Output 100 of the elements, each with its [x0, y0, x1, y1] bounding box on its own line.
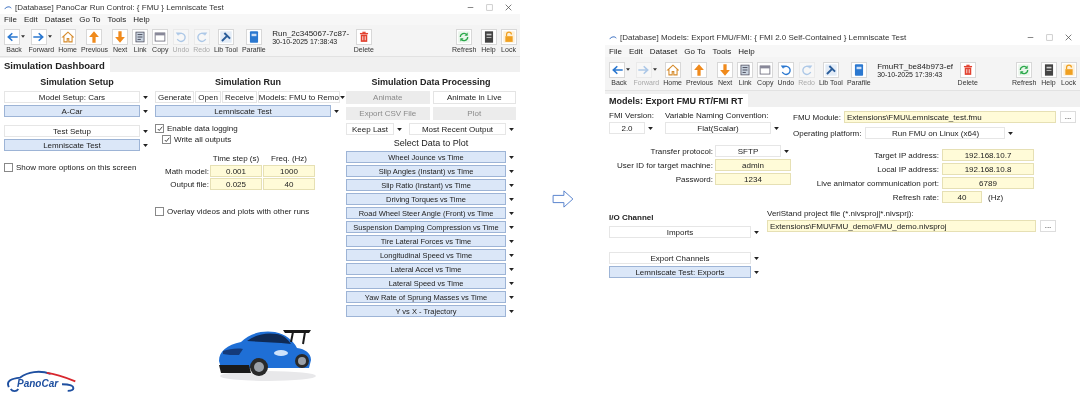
undo-icon — [777, 61, 794, 78]
caret-icon — [333, 109, 339, 113]
menu-item[interactable]: Tools — [712, 46, 732, 56]
caret-icon — [142, 109, 148, 113]
action-button[interactable]: Generate — [155, 91, 195, 103]
field-label: Output file: — [169, 179, 209, 189]
checkbox-label: Write all outputs — [174, 135, 232, 144]
tools-icon — [217, 28, 234, 45]
checkbox[interactable] — [155, 124, 164, 133]
up-arrow-icon — [86, 28, 103, 45]
section-title: Simulation Data Processing — [370, 76, 492, 89]
section-heading: Select Data to Plot — [392, 138, 470, 148]
input-field[interactable]: 0.001 — [210, 165, 262, 177]
menu-item[interactable]: Dataset — [44, 15, 73, 25]
caret-icon — [625, 68, 630, 71]
minimize-icon[interactable] — [1027, 34, 1034, 41]
input-field[interactable]: Extensions\FMU\FMU_demo\FMU_demo.nivsproj — [767, 220, 1036, 232]
trash-icon — [959, 61, 976, 78]
input-field[interactable]: 6789 — [942, 177, 1034, 189]
input-field[interactable]: 40 — [942, 191, 982, 203]
window-icon — [757, 61, 774, 78]
caret-icon — [753, 256, 759, 260]
document-icon — [737, 61, 754, 78]
input-field[interactable]: 0.025 — [210, 178, 262, 190]
checkbox-label: Show more options on this screen — [16, 163, 137, 172]
field-label: FMU Module: — [793, 112, 841, 122]
close-icon[interactable] — [1065, 34, 1072, 41]
caret-icon — [508, 281, 514, 285]
menu-item[interactable]: Go To — [79, 15, 101, 25]
action-button[interactable]: Receive — [221, 91, 257, 103]
caret-icon — [508, 197, 514, 201]
menu-item[interactable]: Tools — [107, 15, 127, 25]
field-label: VeriStand project file (*.nivsproj|*.nivsprj): — [767, 209, 915, 218]
menu-item[interactable]: Edit — [23, 15, 38, 25]
close-icon[interactable] — [505, 3, 512, 11]
menu-item[interactable]: Go To — [684, 46, 706, 56]
caret-icon — [652, 68, 657, 71]
caret-icon — [647, 126, 653, 130]
document-icon — [132, 28, 149, 45]
checkbox[interactable] — [4, 163, 13, 172]
menu-item[interactable]: Help — [738, 46, 755, 56]
caret-icon — [508, 309, 514, 313]
lock-icon — [1060, 61, 1077, 78]
caret-icon — [508, 127, 514, 131]
caret-icon — [20, 35, 25, 39]
action-button[interactable]: Animate in Live — [432, 91, 516, 104]
caret-icon — [753, 270, 759, 274]
field-label: User ID for target machine: — [615, 160, 713, 170]
lock-icon — [500, 28, 517, 45]
caret-icon — [508, 295, 514, 299]
input-field[interactable]: Extensions\FMU\Lemniscate_test.fmu — [844, 111, 1056, 123]
input-field[interactable]: admin — [715, 159, 791, 171]
field-label: Local IP address: — [876, 164, 939, 174]
browse-button[interactable]: ... — [1040, 220, 1056, 232]
menu-item[interactable]: Help — [133, 15, 150, 25]
menu-item[interactable]: File — [4, 15, 17, 25]
up-arrow-icon — [691, 61, 708, 78]
field-label: Refresh rate: — [891, 192, 939, 202]
file-icon — [245, 28, 262, 45]
tab[interactable]: Models: Export FMU RT/FMI RT — [605, 94, 748, 107]
checkbox-label: Enable data logging — [167, 124, 238, 133]
app-icon — [609, 35, 617, 40]
right-arrow-icon — [551, 189, 574, 208]
column-header: Freq. (Hz) — [270, 153, 308, 164]
file-icon — [850, 61, 867, 78]
house-icon — [59, 28, 76, 45]
caret-icon — [142, 143, 148, 147]
logo-text: PanoCar — [17, 378, 59, 389]
caret-icon — [508, 155, 514, 159]
refresh-icon — [456, 28, 473, 45]
menu-item[interactable]: Dataset — [649, 46, 678, 56]
section-title: Simulation Run — [214, 76, 282, 89]
input-field[interactable]: 192.168.10.8 — [942, 163, 1034, 175]
checkbox[interactable] — [155, 207, 164, 216]
action-button[interactable]: Open — [195, 91, 221, 103]
menu-item[interactable]: File — [609, 46, 622, 56]
field-label: Math model: — [163, 166, 209, 176]
caret-icon — [753, 230, 759, 234]
checkbox[interactable] — [162, 135, 171, 144]
caret-icon — [508, 253, 514, 257]
input-field[interactable]: 40 — [263, 178, 315, 190]
tab[interactable]: Simulation Dashboard — [0, 58, 110, 72]
caret-icon — [47, 35, 52, 39]
window-icon — [152, 28, 169, 45]
section-title: Simulation Setup — [39, 76, 115, 89]
input-field[interactable]: 1000 — [263, 165, 315, 177]
menu-item[interactable]: Edit — [628, 46, 643, 56]
input-field[interactable]: 1234 — [715, 173, 791, 185]
input-field[interactable]: 192.168.10.7 — [942, 149, 1034, 161]
caret-icon — [508, 267, 514, 271]
browse-button[interactable]: ... — [1060, 111, 1076, 123]
field-label: FMI Version: — [609, 111, 655, 120]
tools-icon — [822, 61, 839, 78]
field-label: Transfer protocol: — [649, 146, 713, 156]
caret-icon — [508, 225, 514, 229]
field-label: Variable Naming Convention: — [665, 111, 770, 120]
caret-icon — [508, 239, 514, 243]
caret-icon — [783, 149, 789, 153]
caret-icon — [1008, 131, 1013, 135]
redo-icon — [798, 61, 815, 78]
